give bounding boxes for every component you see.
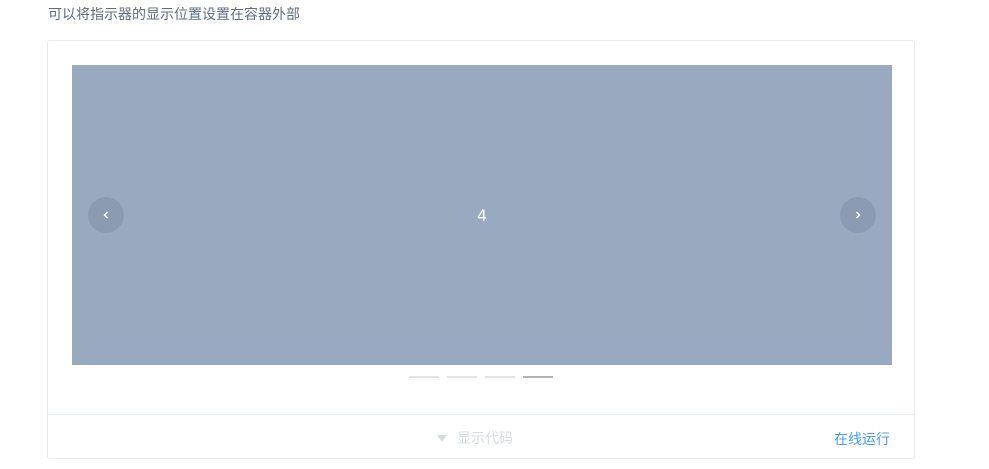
show-code-toggle[interactable]: 显示代码 xyxy=(437,428,513,448)
show-code-label: 显示代码 xyxy=(457,431,513,447)
demo-control-bar: 显示代码 在线运行 xyxy=(48,414,914,458)
section-description: 可以将指示器的显示位置设置在容器外部 xyxy=(48,7,300,23)
carousel-next-button[interactable] xyxy=(840,197,876,233)
run-online-link[interactable]: 在线运行 xyxy=(834,429,890,449)
carousel-indicators xyxy=(48,376,914,378)
carousel-indicator-2[interactable] xyxy=(447,376,477,378)
demo-block: 4 显示代码 在线运行 xyxy=(47,40,915,459)
carousel-prev-button[interactable] xyxy=(88,197,124,233)
carousel-indicator-1[interactable] xyxy=(409,376,439,378)
caret-down-icon xyxy=(437,434,447,442)
carousel: 4 xyxy=(72,65,892,365)
chevron-left-icon xyxy=(103,211,108,219)
carousel-slide-label: 4 xyxy=(476,205,488,225)
chevron-right-icon xyxy=(856,211,861,219)
carousel-indicator-3[interactable] xyxy=(485,376,515,378)
carousel-indicator-4[interactable] xyxy=(523,376,553,378)
